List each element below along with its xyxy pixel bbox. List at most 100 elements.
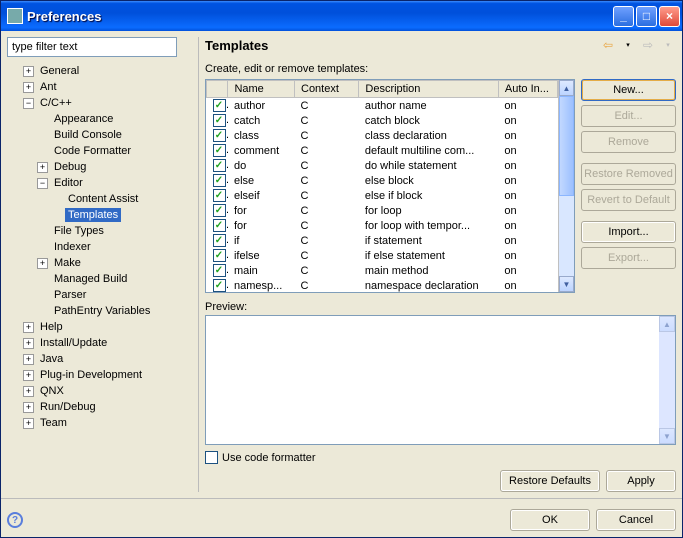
col-context[interactable]: Context	[295, 81, 359, 98]
expand-icon[interactable]: +	[23, 418, 34, 429]
table-row[interactable]: commentCdefault multiline com...on	[207, 143, 558, 158]
tree-item[interactable]: Build Console	[9, 127, 192, 143]
tree-item[interactable]: Indexer	[9, 239, 192, 255]
cell-desc: if else statement	[359, 248, 499, 263]
tree-label: Managed Build	[51, 272, 130, 286]
scroll-up-icon[interactable]: ▲	[559, 80, 574, 96]
tree-item[interactable]: −Editor	[9, 175, 192, 191]
table-row[interactable]: namesp...Cnamespace declarationon	[207, 278, 558, 292]
table-row[interactable]: elseCelse blockon	[207, 173, 558, 188]
row-checkbox[interactable]	[213, 219, 226, 232]
help-icon[interactable]: ?	[7, 512, 23, 528]
cell-auto: on	[498, 233, 557, 248]
table-row[interactable]: ifelseCif else statementon	[207, 248, 558, 263]
tree-item[interactable]: Parser	[9, 287, 192, 303]
table-row[interactable]: ifCif statementon	[207, 233, 558, 248]
tree-item[interactable]: Managed Build	[9, 271, 192, 287]
import-button[interactable]: Import...	[581, 221, 676, 243]
table-row[interactable]: forCfor loop with tempor...on	[207, 218, 558, 233]
row-checkbox[interactable]	[213, 99, 226, 112]
tree-item[interactable]: +Help	[9, 319, 192, 335]
cell-context: C	[295, 98, 359, 114]
table-row[interactable]: mainCmain methodon	[207, 263, 558, 278]
table-row[interactable]: catchCcatch blockon	[207, 113, 558, 128]
tree-item[interactable]: +Java	[9, 351, 192, 367]
cell-name: for	[228, 218, 295, 233]
row-checkbox[interactable]	[213, 114, 226, 127]
collapse-icon[interactable]: −	[23, 98, 34, 109]
col-auto[interactable]: Auto In...	[498, 81, 557, 98]
row-checkbox[interactable]	[213, 204, 226, 217]
tree-item[interactable]: Appearance	[9, 111, 192, 127]
restore-defaults-button[interactable]: Restore Defaults	[500, 470, 600, 492]
minimize-button[interactable]: _	[613, 6, 634, 27]
row-checkbox[interactable]	[213, 129, 226, 142]
scroll-down-icon: ▼	[659, 428, 675, 444]
collapse-icon[interactable]: −	[37, 178, 48, 189]
titlebar[interactable]: Preferences _ □ ×	[1, 1, 682, 31]
row-checkbox[interactable]	[213, 144, 226, 157]
col-name[interactable]: Name	[228, 81, 295, 98]
scroll-down-icon[interactable]: ▼	[559, 276, 574, 292]
expand-icon[interactable]: +	[23, 322, 34, 333]
row-checkbox[interactable]	[213, 234, 226, 247]
tree-item[interactable]: Templates	[9, 207, 192, 223]
tree-item[interactable]: +Install/Update	[9, 335, 192, 351]
expand-icon[interactable]: +	[23, 402, 34, 413]
table-row[interactable]: doCdo while statementon	[207, 158, 558, 173]
tree-item[interactable]: +Run/Debug	[9, 399, 192, 415]
tree-item[interactable]: Content Assist	[9, 191, 192, 207]
filter-input[interactable]	[7, 37, 177, 57]
row-checkbox[interactable]	[213, 174, 226, 187]
table-scrollbar[interactable]: ▲ ▼	[558, 80, 574, 292]
expand-icon[interactable]: +	[23, 370, 34, 381]
table-row[interactable]: elseifCelse if blockon	[207, 188, 558, 203]
templates-table[interactable]: Name Context Description Auto In... auth…	[205, 79, 575, 293]
use-formatter-checkbox[interactable]	[205, 451, 218, 464]
cell-context: C	[295, 278, 359, 292]
cell-auto: on	[498, 143, 557, 158]
row-checkbox[interactable]	[213, 159, 226, 172]
expand-icon[interactable]: +	[23, 338, 34, 349]
tree-item[interactable]: +QNX	[9, 383, 192, 399]
tree-item[interactable]: +Ant	[9, 79, 192, 95]
expand-icon[interactable]: +	[37, 162, 48, 173]
tree-item[interactable]: Code Formatter	[9, 143, 192, 159]
category-tree[interactable]: +General+Ant−C/C++AppearanceBuild Consol…	[7, 63, 192, 492]
expand-icon[interactable]: +	[23, 66, 34, 77]
scroll-thumb[interactable]	[559, 96, 574, 196]
tree-item[interactable]: +General	[9, 63, 192, 79]
ok-button[interactable]: OK	[510, 509, 590, 531]
expand-icon[interactable]: +	[23, 354, 34, 365]
tree-item[interactable]: +Make	[9, 255, 192, 271]
tree-item[interactable]: +Debug	[9, 159, 192, 175]
back-menu[interactable]: ▾	[620, 37, 636, 53]
scroll-up-icon: ▲	[659, 316, 675, 332]
table-row[interactable]: authorCauthor nameon	[207, 98, 558, 114]
tree-item[interactable]: PathEntry Variables	[9, 303, 192, 319]
row-checkbox[interactable]	[213, 249, 226, 262]
table-row[interactable]: classCclass declarationon	[207, 128, 558, 143]
close-button[interactable]: ×	[659, 6, 680, 27]
tree-label: Code Formatter	[51, 144, 134, 158]
row-checkbox[interactable]	[213, 189, 226, 202]
table-row[interactable]: forCfor loopon	[207, 203, 558, 218]
row-checkbox[interactable]	[213, 279, 226, 292]
expand-icon[interactable]: +	[23, 386, 34, 397]
row-checkbox[interactable]	[213, 264, 226, 277]
col-check[interactable]	[207, 81, 228, 98]
tree-item[interactable]: −C/C++	[9, 95, 192, 111]
col-description[interactable]: Description	[359, 81, 499, 98]
expand-icon[interactable]: +	[37, 258, 48, 269]
cell-name: for	[228, 203, 295, 218]
expand-icon[interactable]: +	[23, 82, 34, 93]
cell-auto: on	[498, 248, 557, 263]
tree-item[interactable]: +Plug-in Development	[9, 367, 192, 383]
tree-item[interactable]: File Types	[9, 223, 192, 239]
cancel-button[interactable]: Cancel	[596, 509, 676, 531]
back-icon[interactable]: ⇦	[600, 37, 616, 53]
apply-button[interactable]: Apply	[606, 470, 676, 492]
maximize-button[interactable]: □	[636, 6, 657, 27]
tree-item[interactable]: +Team	[9, 415, 192, 431]
new-button[interactable]: New...	[581, 79, 676, 101]
